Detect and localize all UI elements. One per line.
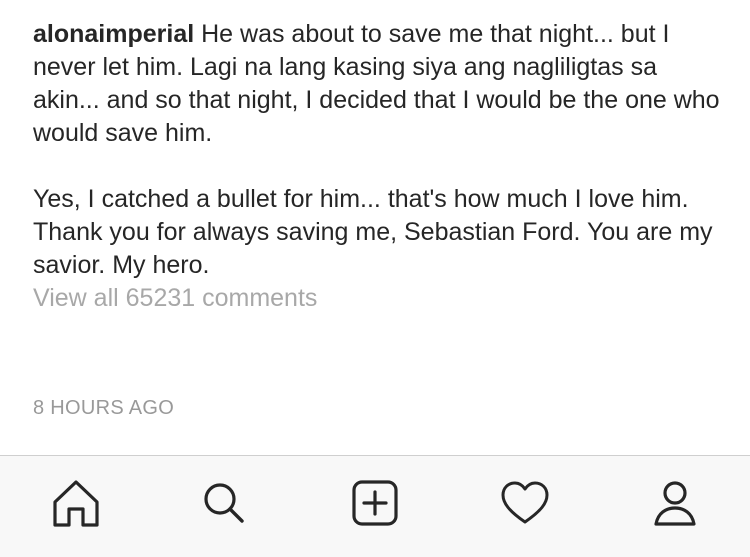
tab-profile[interactable] [645, 473, 705, 533]
post-timestamp: 8 HOURS AGO [33, 397, 175, 419]
tab-new-post[interactable] [345, 473, 405, 533]
bottom-tab-bar [0, 455, 750, 557]
post-caption-section: alonaimperial He was about to save me th… [33, 18, 723, 315]
tab-home[interactable] [46, 473, 106, 533]
view-all-comments-link[interactable]: View all 65231 comments [33, 282, 317, 315]
search-icon [204, 483, 244, 523]
tab-activity[interactable] [495, 473, 555, 533]
plus-square-icon [352, 480, 398, 526]
caption: alonaimperial He was about to save me th… [33, 18, 723, 150]
heart-icon [501, 481, 549, 524]
person-icon [654, 481, 696, 526]
caption-text-paragraph-2: Yes, I catched a bullet for him... that'… [33, 185, 713, 279]
tab-search[interactable] [194, 473, 254, 533]
home-icon [53, 480, 99, 527]
username-link[interactable]: alonaimperial [33, 20, 194, 48]
